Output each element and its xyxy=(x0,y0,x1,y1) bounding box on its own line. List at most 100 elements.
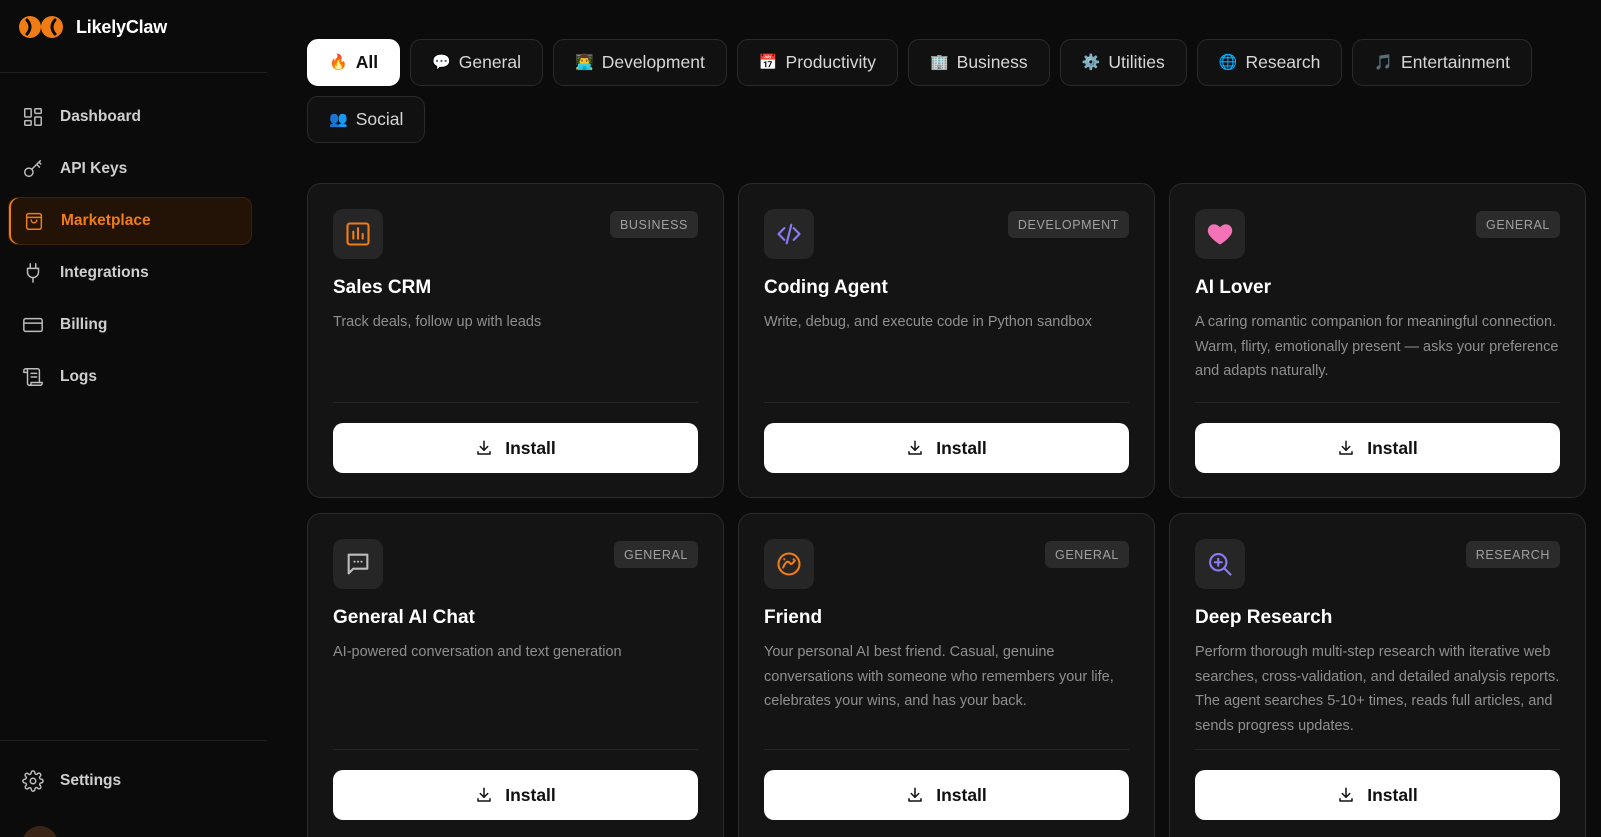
card-divider xyxy=(333,402,698,403)
card-divider xyxy=(764,749,1129,750)
agent-description: Perform thorough multi-step research wit… xyxy=(1195,644,1560,734)
fire-icon: 🔥 xyxy=(329,54,348,71)
sidebar-item-label: Billing xyxy=(60,316,108,333)
filter-productivity[interactable]: 📅 Productivity xyxy=(736,39,898,86)
avatar[interactable] xyxy=(22,826,58,837)
agent-card-general-ai-chat: GENERAL General AI Chat AI-powered conve… xyxy=(307,513,724,837)
filter-entertainment[interactable]: 🎵 Entertainment xyxy=(1352,39,1532,86)
scroll-icon xyxy=(23,368,43,386)
sidebar-item-label: Marketplace xyxy=(61,212,151,229)
plug-icon xyxy=(26,263,40,283)
install-label: Install xyxy=(505,437,556,458)
sidebar-item-dashboard[interactable]: Dashboard xyxy=(8,93,252,141)
category-filters: 🔥 All 💬 General 👨‍💻 Development 📅 Produc… xyxy=(307,39,1557,143)
filter-social[interactable]: 👥 Social xyxy=(307,96,426,143)
install-button[interactable]: Install xyxy=(333,423,698,473)
building-icon: 🏢 xyxy=(929,54,949,71)
calendar-icon: 📅 xyxy=(758,54,778,71)
smile-icon xyxy=(777,552,801,576)
agent-title: Coding Agent xyxy=(764,277,888,298)
agent-description: Your personal AI best friend. Casual, ge… xyxy=(764,644,1114,709)
agent-description: A caring romantic companion for meaningf… xyxy=(1195,314,1559,379)
sidebar-item-integrations[interactable]: Integrations xyxy=(8,249,252,297)
sidebar-item-billing[interactable]: Billing xyxy=(8,301,252,349)
filter-label: Utilities xyxy=(1108,52,1165,72)
app-title: LikelyClaw xyxy=(76,16,168,37)
bag-icon xyxy=(25,212,43,230)
filter-research[interactable]: 🌐 Research xyxy=(1196,39,1343,86)
install-label: Install xyxy=(936,437,987,458)
dashboard-icon xyxy=(24,108,42,126)
zoom-in-icon xyxy=(1209,553,1232,576)
credit-card-icon xyxy=(23,317,43,333)
sidebar-item-marketplace[interactable]: Marketplace xyxy=(8,197,252,245)
sidebar-item-api-keys[interactable]: API Keys xyxy=(8,145,252,193)
agent-icon xyxy=(333,539,383,589)
filter-label: Productivity xyxy=(785,52,876,72)
agent-description: AI-powered conversation and text generat… xyxy=(333,644,622,660)
card-divider xyxy=(764,402,1129,403)
install-button[interactable]: Install xyxy=(764,423,1129,473)
install-label: Install xyxy=(505,784,556,805)
filter-label: Social xyxy=(355,109,404,129)
download-icon xyxy=(477,787,491,802)
sidebar-divider xyxy=(0,740,267,741)
agent-icon xyxy=(333,209,383,259)
download-icon xyxy=(908,440,922,455)
download-icon xyxy=(477,440,491,455)
install-button[interactable]: Install xyxy=(1195,770,1560,820)
chat-icon xyxy=(347,553,369,575)
agent-card-friend: GENERAL Friend Your personal AI best fri… xyxy=(738,513,1155,837)
agent-icon xyxy=(764,209,814,259)
agent-card-ai-lover: GENERAL AI Lover A caring romantic compa… xyxy=(1169,183,1586,498)
filter-all[interactable]: 🔥 All xyxy=(307,39,401,86)
speech-bubble-icon: 💬 xyxy=(432,54,451,71)
filter-development[interactable]: 👨‍💻 Development xyxy=(553,39,727,86)
gear-icon: ⚙️ xyxy=(1081,54,1101,71)
category-badge: GENERAL xyxy=(1045,541,1129,568)
logo-icon xyxy=(19,16,63,38)
filter-business[interactable]: 🏢 Business xyxy=(907,39,1050,86)
install-button[interactable]: Install xyxy=(764,770,1129,820)
category-badge: RESEARCH xyxy=(1465,541,1560,568)
card-divider xyxy=(1195,402,1560,403)
music-note-icon: 🎵 xyxy=(1374,54,1394,71)
category-badge: BUSINESS xyxy=(609,211,698,238)
install-button[interactable]: Install xyxy=(1195,423,1560,473)
agent-title: AI Lover xyxy=(1195,277,1272,298)
sidebar: LikelyClaw Dashboard API Keys Marketplac… xyxy=(0,0,267,837)
category-badge: GENERAL xyxy=(1476,211,1560,238)
agent-icon xyxy=(1195,209,1245,259)
sidebar-item-settings[interactable]: Settings xyxy=(8,757,252,805)
install-label: Install xyxy=(1367,784,1418,805)
agent-description: Track deals, follow up with leads xyxy=(333,314,542,330)
agent-description: Write, debug, and execute code in Python… xyxy=(764,314,1092,330)
key-icon xyxy=(24,160,42,178)
filter-label: All xyxy=(355,52,379,72)
agent-icon xyxy=(764,539,814,589)
filter-label: Entertainment xyxy=(1401,52,1510,72)
agent-card-sales-crm: BUSINESS Sales CRM Track deals, follow u… xyxy=(307,183,724,498)
download-icon xyxy=(1339,440,1353,455)
filter-label: Development xyxy=(601,52,705,72)
filter-label: Business xyxy=(956,52,1028,72)
agent-title: General AI Chat xyxy=(333,607,475,628)
filter-utilities[interactable]: ⚙️ Utilities xyxy=(1059,39,1187,86)
filter-label: General xyxy=(458,52,522,72)
settings-label: Settings xyxy=(60,772,122,789)
brand[interactable]: LikelyClaw xyxy=(18,12,167,42)
sidebar-item-label: Integrations xyxy=(60,264,149,281)
sidebar-item-logs[interactable]: Logs xyxy=(8,353,252,401)
sidebar-item-label: API Keys xyxy=(60,160,128,177)
developer-icon: 👨‍💻 xyxy=(575,54,594,71)
agent-card-deep-research: RESEARCH Deep Research Perform thorough … xyxy=(1169,513,1586,837)
sidebar-item-label: Logs xyxy=(60,368,98,385)
filter-general[interactable]: 💬 General xyxy=(410,39,544,86)
sidebar-divider xyxy=(0,72,267,73)
sidebar-item-label: Dashboard xyxy=(60,108,141,125)
heart-icon xyxy=(1207,224,1233,245)
agent-title: Friend xyxy=(764,607,823,628)
card-divider xyxy=(333,749,698,750)
install-label: Install xyxy=(1367,437,1418,458)
install-button[interactable]: Install xyxy=(333,770,698,820)
